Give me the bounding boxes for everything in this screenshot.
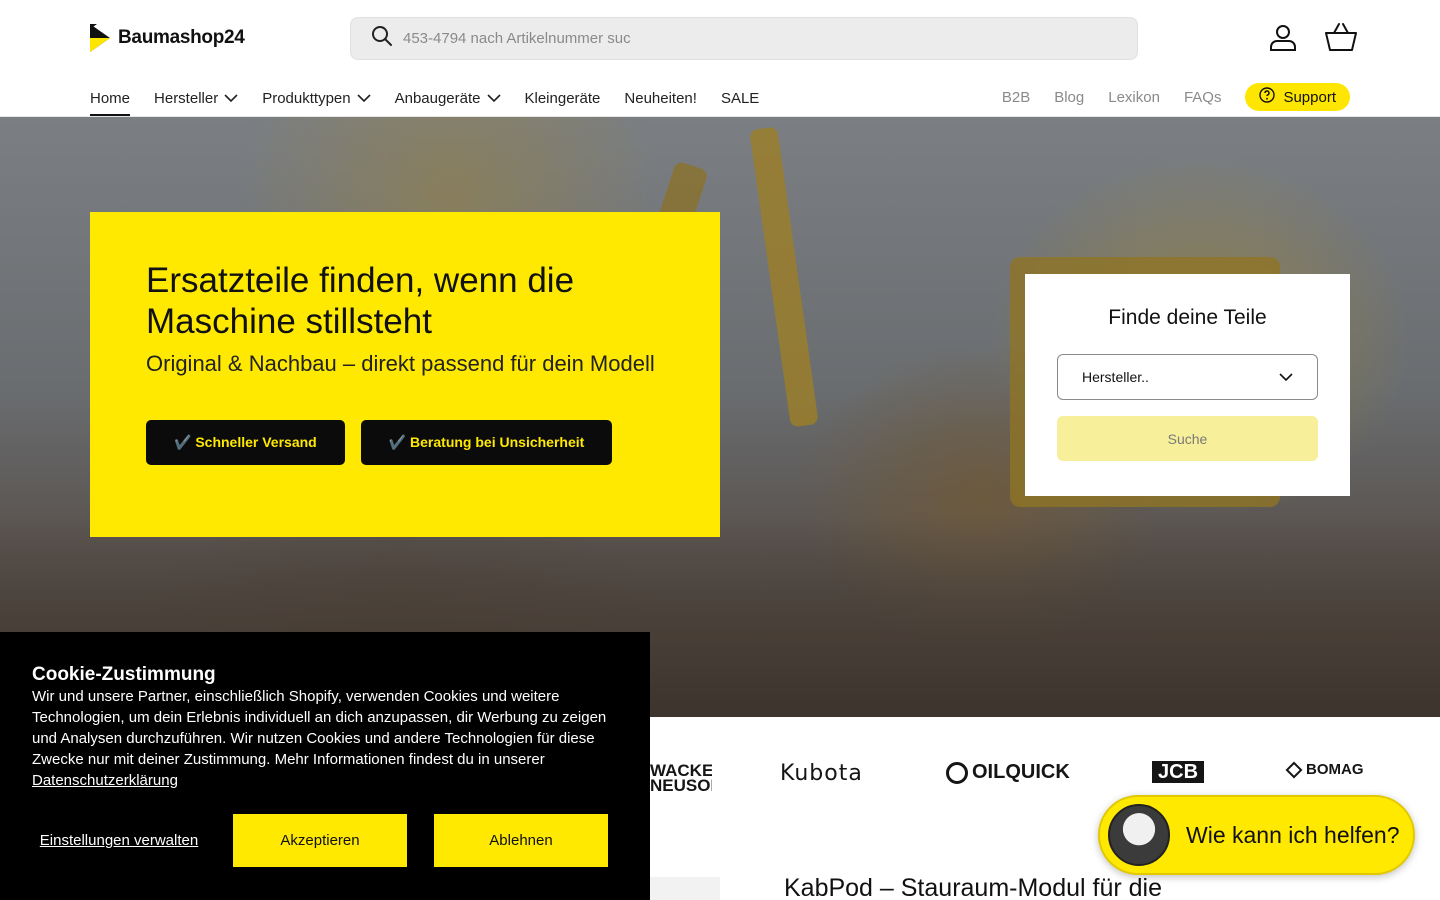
search-bar[interactable] xyxy=(350,17,1138,60)
hero-banner: Ersatzteile finden, wenn die Maschine st… xyxy=(0,117,1440,717)
help-circle-icon xyxy=(1259,87,1276,107)
nav-item-kleingeraete[interactable]: Kleingeräte xyxy=(525,86,601,110)
oilquick-logo-icon xyxy=(946,761,968,784)
brand-logo-kubota[interactable]: Kubota xyxy=(780,761,863,786)
decline-cookies-button[interactable]: Ablehnen xyxy=(434,814,608,867)
accept-cookies-button[interactable]: Akzeptieren xyxy=(233,814,407,867)
nav-item-produkttypen[interactable]: Produkttypen xyxy=(262,86,371,110)
support-avatar xyxy=(1108,804,1170,866)
search-icon[interactable] xyxy=(371,25,393,52)
privacy-policy-link[interactable]: Datenschutzerklärung xyxy=(32,772,178,789)
support-button[interactable]: Support xyxy=(1245,83,1350,111)
nav-item-sale[interactable]: SALE xyxy=(721,86,759,110)
nav-item-anbaugeraete[interactable]: Anbaugeräte xyxy=(395,86,501,110)
nav-item-hersteller[interactable]: Hersteller xyxy=(154,86,238,110)
logo-text: Baumashop24 xyxy=(118,27,245,48)
secondary-nav: B2B Blog Lexikon FAQs Support xyxy=(1002,83,1350,111)
chevron-down-icon xyxy=(357,90,371,107)
part-finder: Finde deine Teile Hersteller.. Suche xyxy=(1025,274,1350,496)
brand-logo-bomag[interactable]: BOMAG xyxy=(1285,761,1364,778)
cookie-actions: Einstellungen verwalten Akzeptieren Able… xyxy=(32,814,608,867)
nav-item-neuheiten[interactable]: Neuheiten! xyxy=(624,86,697,110)
logo[interactable]: Baumashop24 xyxy=(88,22,245,54)
nav-link-faqs[interactable]: FAQs xyxy=(1184,89,1222,106)
hero-buttons: ✔️ Schneller Versand ✔️ Beratung bei Uns… xyxy=(146,420,664,465)
user-icon[interactable] xyxy=(1266,20,1300,54)
bomag-logo-icon xyxy=(1285,761,1303,778)
chevron-down-icon xyxy=(224,90,238,107)
chevron-down-icon xyxy=(486,90,501,107)
hero-background-excavator-arm xyxy=(749,126,819,428)
brand-logo-oilquick[interactable]: OILQUICK xyxy=(946,761,1070,784)
nav-item-home[interactable]: Home xyxy=(90,86,131,116)
basket-icon[interactable] xyxy=(1324,20,1358,54)
site-header: Baumashop24 Home Hersteller Produkttypen… xyxy=(0,0,1440,117)
cookie-text: Wir und unsere Partner, einschließlich S… xyxy=(32,688,607,789)
hero-title: Ersatzteile finden, wenn die Maschine st… xyxy=(146,261,575,341)
logo-icon xyxy=(88,22,112,54)
cookie-consent-banner: Cookie-Zustimmung Wir und unsere Partner… xyxy=(0,632,650,900)
brand-logo-wacker-neuson[interactable]: WACKER NEUSON xyxy=(650,763,712,793)
search-input[interactable] xyxy=(403,30,1103,47)
nav-link-blog[interactable]: Blog xyxy=(1054,89,1084,106)
hero-text-box: Ersatzteile finden, wenn die Maschine st… xyxy=(90,212,720,537)
cookie-title: Cookie-Zustimmung xyxy=(32,664,216,685)
chat-prompt: Wie kann ich helfen? xyxy=(1186,821,1400,848)
chat-widget-button[interactable]: Wie kann ich helfen? xyxy=(1098,795,1415,875)
consulting-button[interactable]: ✔️ Beratung bei Unsicherheit xyxy=(360,420,613,465)
brand-logo-jcb[interactable]: JCB xyxy=(1152,761,1205,783)
nav-link-b2b[interactable]: B2B xyxy=(1002,89,1030,106)
search-parts-button[interactable]: Suche xyxy=(1057,416,1318,461)
chevron-down-icon xyxy=(1279,369,1293,385)
product-teaser-title[interactable]: KabPod – Stauraum-Modul für die xyxy=(784,874,1162,900)
part-finder-title: Finde deine Teile xyxy=(1108,306,1267,329)
nav-link-lexikon[interactable]: Lexikon xyxy=(1108,89,1160,106)
product-teaser-image[interactable] xyxy=(650,877,720,900)
manage-settings-link[interactable]: Einstellungen verwalten xyxy=(32,831,206,850)
fast-shipping-button[interactable]: ✔️ Schneller Versand xyxy=(146,420,345,465)
manufacturer-select[interactable]: Hersteller.. xyxy=(1057,354,1318,400)
hero-subtitle: Original & Nachbau – direkt passend für … xyxy=(146,351,655,376)
header-icons xyxy=(1266,20,1358,54)
main-nav: Home Hersteller Produkttypen Anbaugeräte… xyxy=(90,86,759,116)
